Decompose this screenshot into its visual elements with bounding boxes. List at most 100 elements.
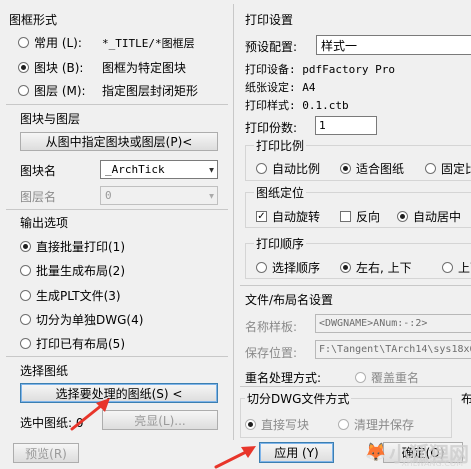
save-location-label: 保存位置: — [245, 346, 298, 360]
frame-layer-desc: 指定图层封闭矩形 — [102, 84, 199, 98]
frame-block-desc: 图框为特定图块 — [102, 61, 187, 75]
file-layout-title: 文件/布局名设置 — [245, 293, 334, 307]
auto-center-label: 自动居中 — [413, 210, 462, 224]
output-existing-radio[interactable] — [20, 338, 31, 349]
order-option-lr[interactable]: 左右, 上下 — [340, 259, 412, 276]
pick-block-button[interactable]: 从图中指定图块或图层(P)< — [20, 132, 218, 151]
split-direct-radio[interactable] — [245, 419, 256, 430]
scale-auto-radio[interactable] — [256, 163, 267, 174]
chevron-down-icon: ▼ — [209, 191, 214, 200]
block-layer-title: 图块与图层 — [20, 112, 81, 126]
divider — [6, 356, 228, 357]
output-plt-label: 生成PLT文件(3) — [36, 289, 121, 303]
frame-block-label: 图块 (B): — [34, 61, 84, 75]
frame-layer-label: 图层 (M): — [34, 84, 86, 98]
print-style: 打印样式: 0.1.ctb — [245, 99, 349, 112]
split-clean-label: 清理并保存 — [354, 418, 415, 432]
split-option-direct[interactable]: 直接写块 — [245, 416, 309, 433]
placement-title: 图纸定位 — [254, 184, 307, 201]
output-option-plt[interactable]: 生成PLT文件(3) — [20, 287, 121, 304]
order-select-radio[interactable] — [256, 262, 267, 273]
auto-rotate-checkbox-row[interactable]: ✓ 自动旋转 — [256, 208, 320, 225]
frame-option-block[interactable]: 图块 (B): 图框为特定图块 — [18, 59, 186, 76]
overwrite-label: 覆盖重名 — [371, 371, 420, 385]
arrow-annotation-icon — [214, 446, 256, 469]
scale-option-fixed[interactable]: 固定比 — [425, 160, 471, 177]
frame-block-radio[interactable] — [18, 62, 29, 73]
auto-rotate-label: 自动旋转 — [272, 210, 321, 224]
scale-fixed-radio[interactable] — [425, 163, 436, 174]
order-lr-label: 左右, 上下 — [356, 261, 412, 275]
copies-label: 打印份数: — [245, 121, 298, 135]
order-option-select[interactable]: 选择顺序 — [256, 259, 320, 276]
preset-value: 样式一 — [321, 38, 358, 53]
copies-input[interactable]: 1 — [315, 116, 377, 135]
reverse-label: 反向 — [356, 210, 381, 224]
output-split-radio[interactable] — [20, 314, 31, 325]
reverse-checkbox[interactable] — [340, 211, 351, 222]
divider — [6, 209, 228, 210]
auto-center-row[interactable]: 自动居中 — [397, 208, 461, 225]
scale-fit-label: 适合图纸 — [356, 162, 405, 176]
right-partial-label: 布 — [461, 392, 471, 406]
order-option-tb[interactable]: 上下 — [442, 259, 471, 276]
apply-button[interactable]: 应用 (Y) — [259, 442, 334, 463]
frame-option-layer[interactable]: 图层 (M): 指定图层封闭矩形 — [18, 82, 198, 99]
print-scale-title: 打印比例 — [254, 137, 307, 154]
select-drawing-title: 选择图纸 — [20, 364, 69, 378]
select-drawing-button[interactable]: 选择要处理的图纸(S) < — [20, 383, 218, 403]
block-name-select[interactable]: _ArchTick ▼ — [100, 160, 218, 179]
preset-label: 预设配置: — [245, 40, 298, 54]
preset-select[interactable]: 样式一 — [316, 35, 471, 55]
layer-name-select[interactable]: 0 ▼ — [100, 186, 218, 205]
frame-option-common[interactable]: 常用 (L): *_TITLE/*图框层 — [18, 34, 195, 51]
output-option-split-dwg[interactable]: 切分为单独DWG(4) — [20, 311, 143, 328]
print-order-title: 打印顺序 — [254, 235, 307, 252]
block-name-label: 图块名 — [20, 164, 57, 178]
order-lr-radio[interactable] — [340, 262, 351, 273]
split-dwg-title: 切分DWG文件方式 — [245, 390, 352, 407]
chevron-down-icon: ▼ — [209, 165, 214, 174]
order-select-label: 选择顺序 — [272, 261, 321, 275]
column-divider — [233, 4, 234, 440]
overwrite-radio[interactable] — [355, 372, 366, 383]
print-settings-title: 打印设置 — [245, 13, 294, 27]
scale-fit-radio[interactable] — [340, 163, 351, 174]
split-direct-label: 直接写块 — [261, 418, 310, 432]
frame-common-desc: *_TITLE/*图框层 — [102, 36, 195, 50]
layer-name-label: 图层名 — [20, 190, 57, 204]
divider — [6, 104, 228, 105]
output-batch-label: 批量生成布局(2) — [36, 264, 125, 278]
order-tb-radio[interactable] — [442, 262, 453, 273]
output-option-direct-print[interactable]: 直接批量打印(1) — [20, 238, 125, 255]
output-option-existing-layout[interactable]: 打印已有布局(5) — [20, 335, 125, 352]
divider — [240, 386, 471, 387]
watermark-logo: 🦊 小狐狸网 XHLWANG.COM — [364, 438, 469, 468]
output-existing-label: 打印已有布局(5) — [36, 337, 125, 351]
scale-fixed-label: 固定比 — [441, 162, 471, 176]
output-batch-radio[interactable] — [20, 265, 31, 276]
split-option-clean[interactable]: 清理并保存 — [338, 416, 414, 433]
paper-setting: 纸张设定: A4 — [245, 81, 316, 94]
auto-center-radio[interactable] — [397, 211, 408, 222]
overwrite-option[interactable]: 覆盖重名 — [355, 369, 419, 386]
scale-option-fit[interactable]: 适合图纸 — [340, 160, 404, 177]
output-option-batch-layout[interactable]: 批量生成布局(2) — [20, 262, 125, 279]
highlight-button[interactable]: 亮显(L)... — [102, 410, 218, 430]
fox-logo-icon: 🦊 — [364, 442, 387, 463]
preview-button[interactable]: 预览(R) — [13, 443, 79, 463]
frame-common-radio[interactable] — [18, 37, 29, 48]
output-direct-radio[interactable] — [20, 241, 31, 252]
rename-label: 重名处理方式: — [245, 371, 322, 385]
save-location-input[interactable]: F:\Tangent\TArch14\sys18x6 — [315, 340, 471, 359]
frame-layer-radio[interactable] — [18, 85, 29, 96]
template-input[interactable]: <DWGNAME>ANum:-:2> — [315, 314, 471, 333]
scale-option-auto[interactable]: 自动比例 — [256, 160, 320, 177]
frame-style-title: 图框形式 — [9, 13, 58, 27]
template-label: 名称样板: — [245, 320, 298, 334]
reverse-checkbox-row[interactable]: 反向 — [340, 208, 380, 225]
frame-common-label: 常用 (L): — [34, 36, 82, 50]
output-plt-radio[interactable] — [20, 290, 31, 301]
split-clean-radio[interactable] — [338, 419, 349, 430]
auto-rotate-checkbox[interactable]: ✓ — [256, 211, 267, 222]
